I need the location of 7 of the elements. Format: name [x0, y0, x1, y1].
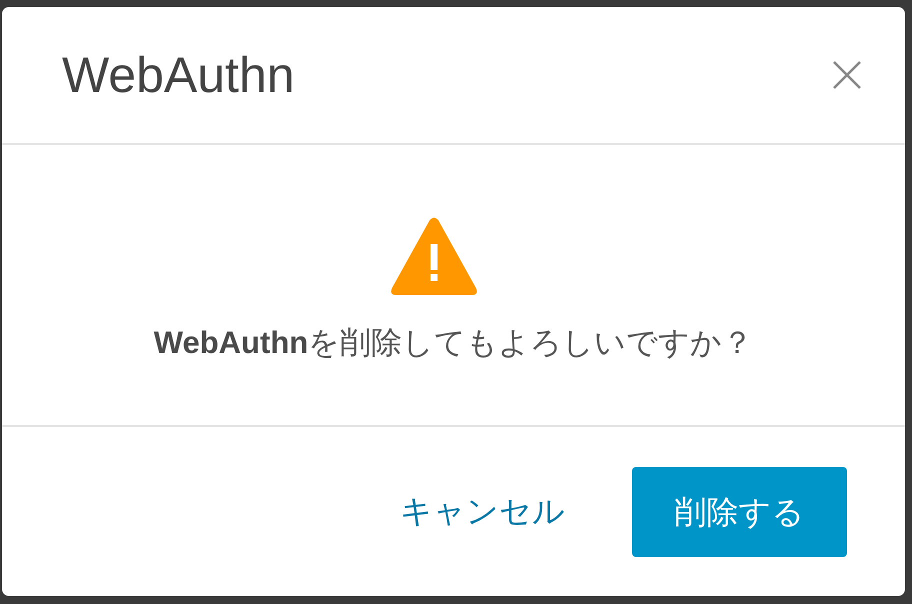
cancel-link[interactable]: キャンセル	[400, 491, 565, 533]
warning-icon	[390, 217, 478, 296]
close-icon	[833, 61, 861, 89]
close-button[interactable]	[833, 61, 861, 89]
dialog-title: WebAuthn	[62, 46, 295, 105]
delete-button[interactable]: 削除する	[632, 467, 847, 557]
confirmation-message: WebAuthnを削除してもよろしいですか？	[154, 324, 754, 362]
